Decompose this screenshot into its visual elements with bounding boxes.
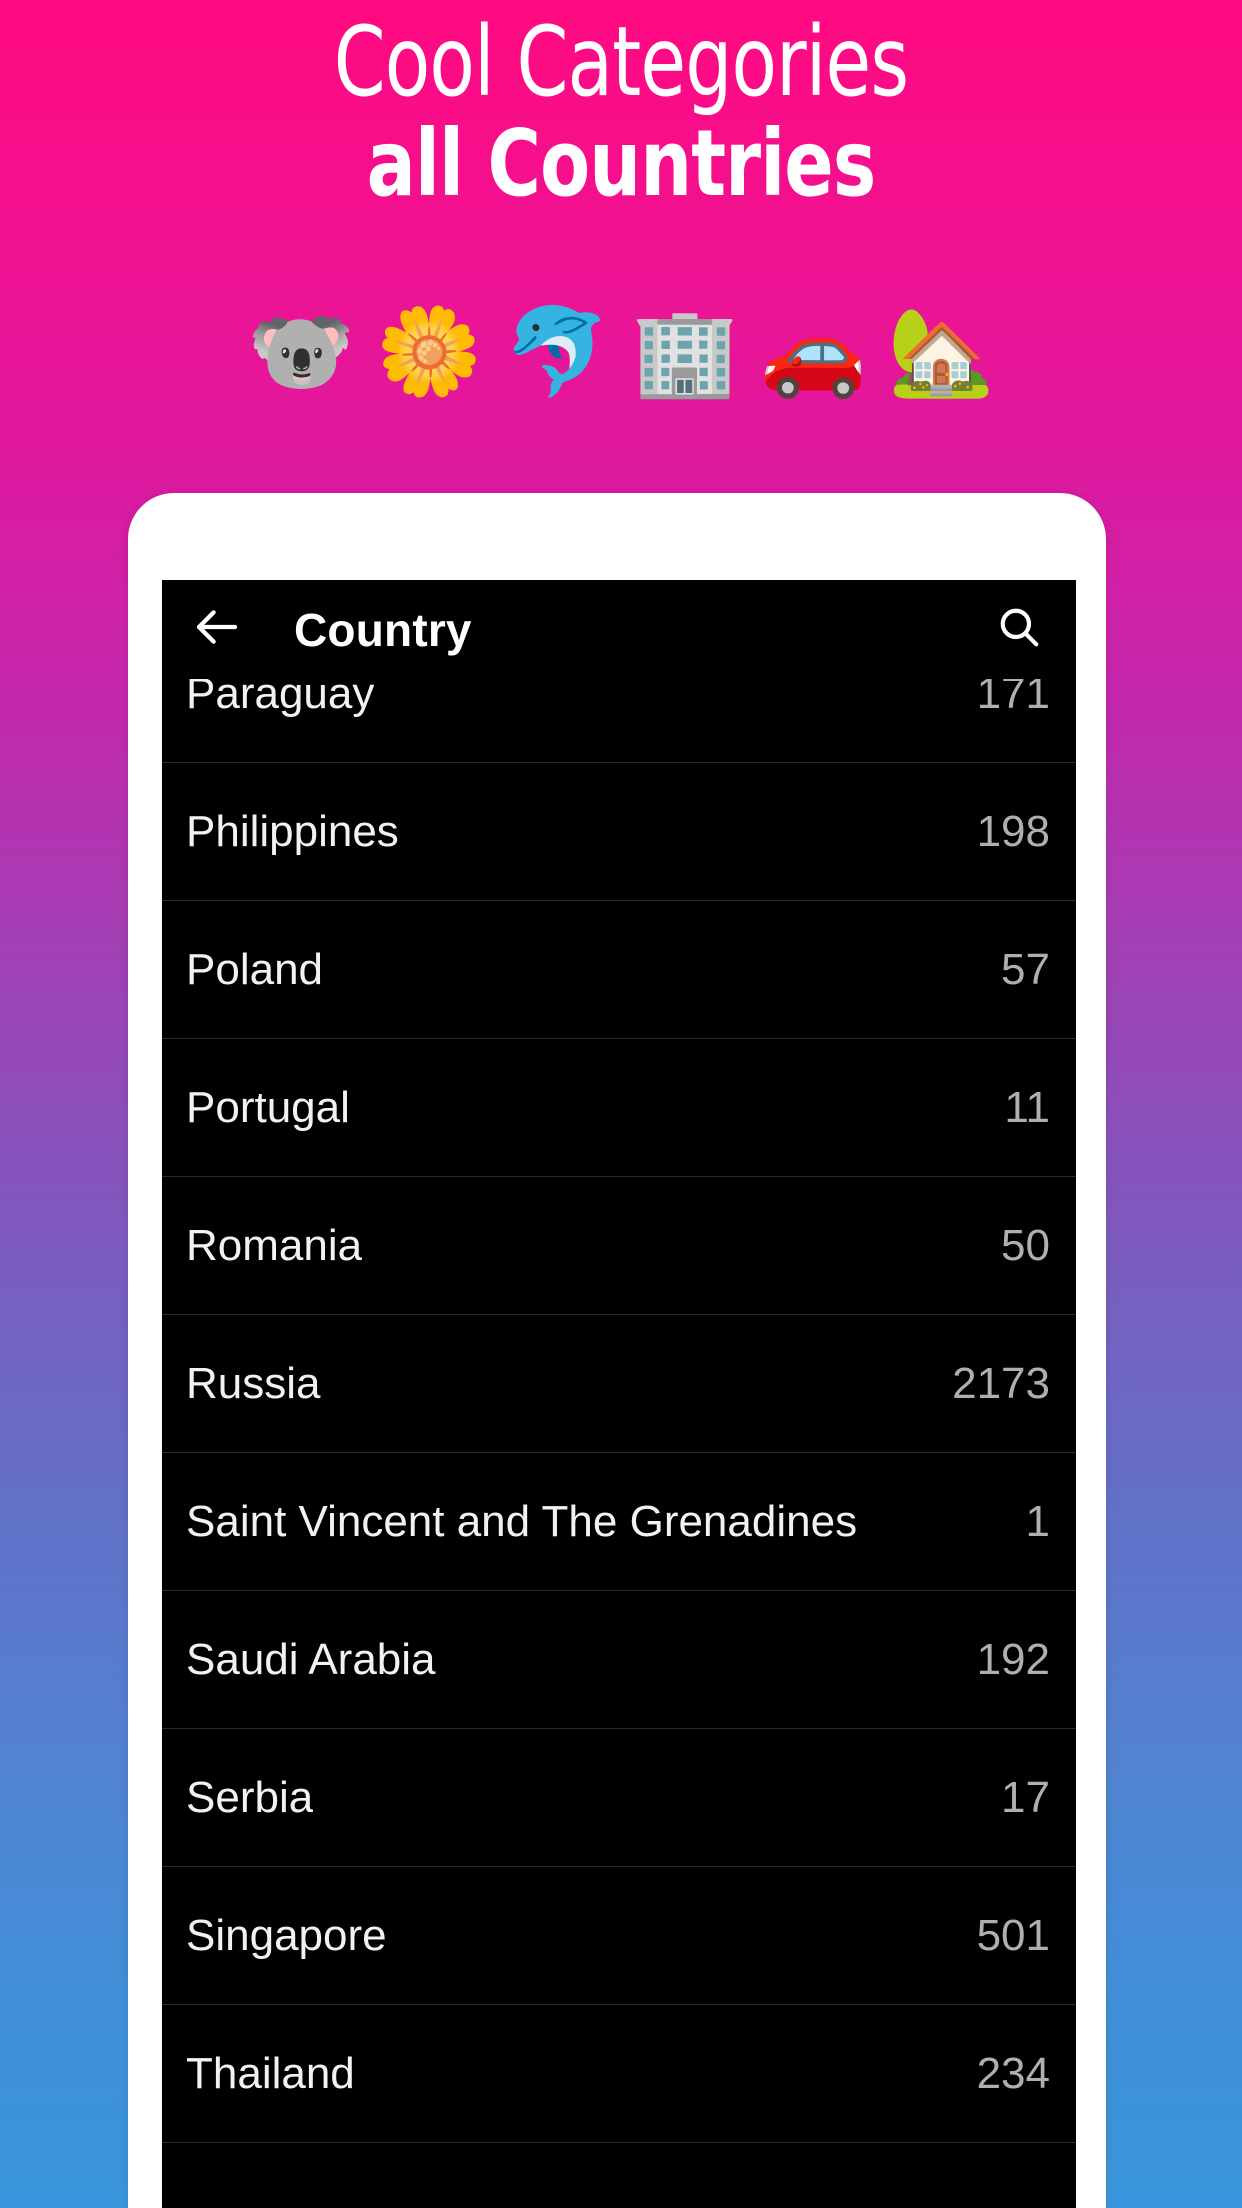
office-building-emoji: 🏢 [631, 304, 739, 400]
table-row[interactable]: Russia 2173 [162, 1315, 1076, 1453]
country-count: 234 [976, 2048, 1050, 2098]
country-name: Serbia [186, 1772, 314, 1822]
blossom-flower-emoji: 🌼 [375, 304, 483, 400]
country-name: Singapore [186, 1910, 387, 1960]
country-name: Saudi Arabia [186, 1634, 436, 1684]
page-title: Country [294, 603, 472, 656]
table-row[interactable] [162, 2143, 1076, 2208]
country-count: 50 [1001, 1220, 1050, 1270]
country-count: 1 [1025, 1496, 1050, 1546]
country-name: Poland [186, 944, 324, 994]
country-name: Russia [186, 1358, 321, 1408]
dolphin-emoji: 🐬 [503, 304, 611, 400]
country-count: 2173 [952, 1358, 1050, 1408]
house-with-garden-emoji: 🏡 [887, 304, 995, 400]
country-count: 17 [1001, 1772, 1050, 1822]
table-row[interactable]: Romania 50 [162, 1177, 1076, 1315]
promo-header: Cool Categories all Countries 🐨 🌼 🐬 🏢 🚗 … [0, 0, 1242, 493]
back-arrow-icon [190, 600, 244, 659]
table-row[interactable]: Saudi Arabia 192 [162, 1591, 1076, 1729]
table-row[interactable]: Serbia 17 [162, 1729, 1076, 1867]
phone-screen: Paraguay 171 Philippines 198 Poland 57 P… [162, 580, 1076, 2208]
koala-emoji: 🐨 [247, 304, 355, 400]
app-bar: Country [162, 580, 1076, 679]
country-name: Romania [186, 1220, 363, 1270]
country-name: Portugal [186, 1082, 350, 1132]
back-button[interactable] [186, 599, 248, 661]
country-count: 198 [976, 806, 1050, 856]
table-row[interactable]: Saint Vincent and The Grenadines 1 [162, 1453, 1076, 1591]
table-row[interactable]: Portugal 11 [162, 1039, 1076, 1177]
table-row[interactable]: Poland 57 [162, 901, 1076, 1039]
table-row[interactable]: Thailand 234 [162, 2005, 1076, 2143]
country-list-scroll[interactable]: Paraguay 171 Philippines 198 Poland 57 P… [162, 625, 1076, 2208]
country-list: Paraguay 171 Philippines 198 Poland 57 P… [162, 625, 1076, 2208]
red-car-emoji: 🚗 [759, 304, 867, 400]
country-name: Thailand [186, 2048, 355, 2098]
country-name: Saint Vincent and The Grenadines [186, 1496, 858, 1546]
country-count: 192 [976, 1634, 1050, 1684]
search-button[interactable] [988, 599, 1050, 661]
table-row[interactable]: Philippines 198 [162, 763, 1076, 901]
country-count: 501 [976, 1910, 1050, 1960]
search-icon [994, 602, 1044, 657]
promo-title-line-2: all Countries [366, 110, 877, 217]
promo-emoji-row: 🐨 🌼 🐬 🏢 🚗 🏡 [0, 300, 1242, 404]
promo-title-line-1: Cool Categories [333, 6, 909, 118]
table-row[interactable]: Singapore 501 [162, 1867, 1076, 2005]
country-count: 57 [1001, 944, 1050, 994]
country-count: 11 [1004, 1082, 1050, 1132]
country-name: Philippines [186, 806, 399, 856]
